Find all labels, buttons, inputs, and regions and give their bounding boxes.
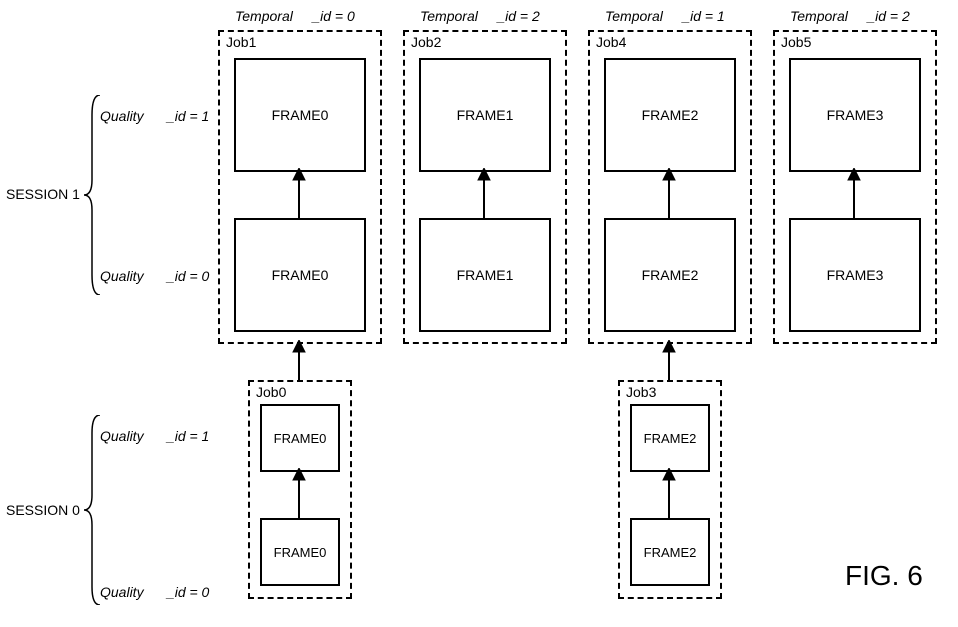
temporal-word: Temporal <box>420 8 478 24</box>
arrow-icon <box>662 340 676 382</box>
temporal-label: Temporal _id = 0 <box>235 8 355 24</box>
arrow-icon <box>477 168 491 220</box>
quality-word: Quality <box>100 268 144 284</box>
quality-id: _id = 1 <box>167 108 209 124</box>
arrow-icon <box>292 168 306 220</box>
job0-frame-bot: FRAME0 <box>260 518 340 586</box>
temporal-label: Temporal _id = 1 <box>605 8 725 24</box>
temporal-id: _id = 2 <box>497 8 539 24</box>
temporal-id: _id = 2 <box>867 8 909 24</box>
job4-frame-top: FRAME2 <box>604 58 736 172</box>
arrow-icon <box>662 468 676 520</box>
job2-frame-bot: FRAME1 <box>419 218 551 332</box>
job5-title: Job5 <box>781 34 811 50</box>
quality-label-s1-1: Quality _id = 1 <box>100 108 209 124</box>
job2-frame-top: FRAME1 <box>419 58 551 172</box>
arrow-icon <box>662 168 676 220</box>
job0-frame-top: FRAME0 <box>260 404 340 472</box>
quality-word: Quality <box>100 108 144 124</box>
job5-frame-top: FRAME3 <box>789 58 921 172</box>
quality-word: Quality <box>100 428 144 444</box>
arrow-icon <box>292 340 306 382</box>
job1-frame-bot: FRAME0 <box>234 218 366 332</box>
temporal-word: Temporal <box>790 8 848 24</box>
brace-icon <box>82 415 102 605</box>
temporal-label: Temporal _id = 2 <box>420 8 540 24</box>
quality-label-s0-1: Quality _id = 1 <box>100 428 209 444</box>
job3-title: Job3 <box>626 384 656 400</box>
temporal-id: _id = 0 <box>312 8 354 24</box>
session1-label: SESSION 1 <box>6 186 80 202</box>
job0-title: Job0 <box>256 384 286 400</box>
quality-id: _id = 0 <box>167 584 209 600</box>
job4-frame-bot: FRAME2 <box>604 218 736 332</box>
job4-title: Job4 <box>596 34 626 50</box>
quality-label-s1-0: Quality _id = 0 <box>100 268 209 284</box>
figure-label: FIG. 6 <box>845 560 923 592</box>
job1-frame-top: FRAME0 <box>234 58 366 172</box>
arrow-icon <box>847 168 861 220</box>
job1-title: Job1 <box>226 34 256 50</box>
quality-id: _id = 1 <box>167 428 209 444</box>
arrow-icon <box>292 468 306 520</box>
temporal-word: Temporal <box>235 8 293 24</box>
temporal-id: _id = 1 <box>682 8 724 24</box>
quality-word: Quality <box>100 584 144 600</box>
job5-frame-bot: FRAME3 <box>789 218 921 332</box>
job2-title: Job2 <box>411 34 441 50</box>
session0-label: SESSION 0 <box>6 502 80 518</box>
temporal-word: Temporal <box>605 8 663 24</box>
temporal-label: Temporal _id = 2 <box>790 8 910 24</box>
job3-frame-bot: FRAME2 <box>630 518 710 586</box>
quality-id: _id = 0 <box>167 268 209 284</box>
brace-icon <box>82 95 102 295</box>
job3-frame-top: FRAME2 <box>630 404 710 472</box>
quality-label-s0-0: Quality _id = 0 <box>100 584 209 600</box>
